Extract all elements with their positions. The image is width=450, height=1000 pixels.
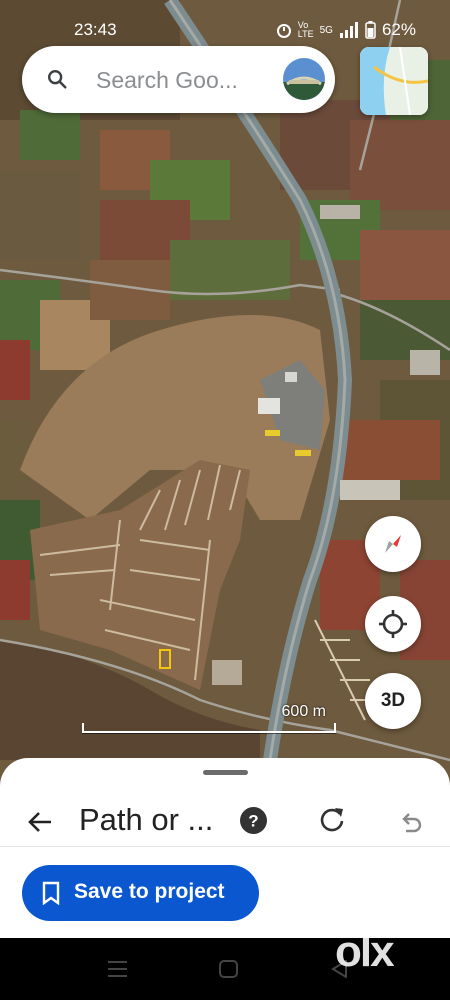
- 3d-button[interactable]: 3D: [365, 673, 421, 729]
- scale-bar: [82, 723, 336, 733]
- avatar[interactable]: [283, 58, 325, 100]
- network-label: 5G: [319, 24, 333, 36]
- my-location-icon: [379, 610, 407, 638]
- home-nav-icon[interactable]: [219, 960, 238, 978]
- menu-nav-icon[interactable]: [108, 960, 127, 978]
- my-location-button[interactable]: [365, 596, 421, 652]
- save-to-project-button[interactable]: Save to project: [22, 865, 259, 921]
- help-icon[interactable]: ?: [239, 806, 268, 835]
- volte-label: Vo LTE: [297, 20, 314, 39]
- signal-icon: [339, 22, 358, 38]
- undo-icon[interactable]: [397, 807, 424, 834]
- battery-percent: 62%: [381, 20, 416, 39]
- search-bar[interactable]: Search Goo...: [22, 46, 335, 113]
- alarm-icon: [276, 24, 291, 38]
- bottom-sheet: Path or ... ? Save to project: [0, 758, 450, 938]
- compass-icon: [385, 535, 401, 553]
- olx-watermark: olx: [335, 927, 395, 976]
- search-icon[interactable]: [46, 68, 68, 90]
- search-input[interactable]: Search Goo...: [96, 67, 238, 94]
- sheet-divider: [0, 846, 450, 847]
- layers-thumbnail[interactable]: [360, 47, 428, 115]
- drag-handle[interactable]: [203, 770, 248, 775]
- compass-button[interactable]: [365, 516, 421, 572]
- scale-label: 600 m: [281, 703, 326, 720]
- path-title: Path or ...: [79, 802, 214, 837]
- status-icons: Vo LTE 5G 62%: [276, 20, 416, 40]
- back-arrow-icon[interactable]: [26, 808, 54, 836]
- bookmark-icon: [42, 881, 60, 905]
- refresh-icon[interactable]: [318, 806, 346, 834]
- map-scale: 600 m: [82, 703, 336, 733]
- svg-text:?: ?: [248, 812, 258, 831]
- status-time: 23:43: [74, 20, 117, 39]
- save-to-project-label: Save to project: [74, 880, 225, 903]
- battery-icon: [365, 21, 376, 39]
